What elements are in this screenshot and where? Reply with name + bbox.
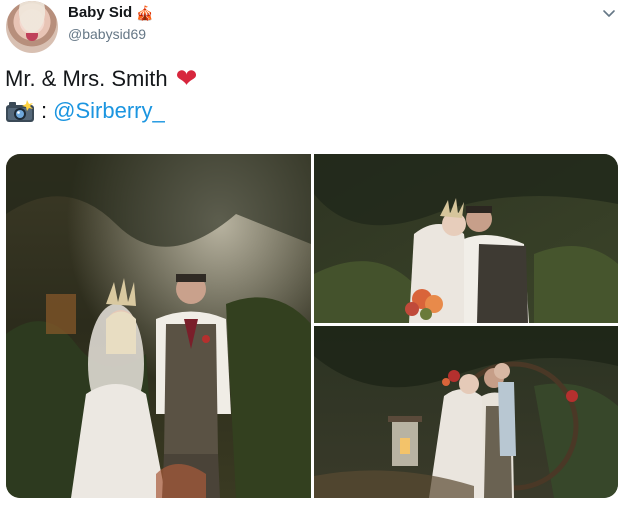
- tweet-text: Mr. & Mrs. Smith: [5, 66, 168, 91]
- colon-separator: :: [41, 98, 48, 123]
- wedding-photo-couple-arch[interactable]: [314, 326, 618, 498]
- wedding-photo-couple-kissing[interactable]: [314, 154, 618, 323]
- avatar-hair: [6, 1, 58, 53]
- author-name-row: Baby Sid 🎪: [68, 4, 154, 21]
- avatar[interactable]: [6, 1, 58, 53]
- mention-link[interactable]: @Sirberry_: [53, 98, 165, 124]
- tweet-card: Baby Sid 🎪 @babysid69 Mr. & Mrs. Smith ❤…: [0, 0, 634, 509]
- photo-grid: [6, 154, 618, 498]
- tweet-text-line-2: : @Sirberry_: [5, 98, 165, 124]
- chevron-down-icon[interactable]: [602, 6, 616, 20]
- circus-tent-icon: 🎪: [136, 4, 154, 21]
- user-handle[interactable]: @babysid69: [68, 26, 146, 42]
- display-name[interactable]: Baby Sid: [68, 4, 132, 21]
- heart-icon: ❤: [175, 63, 198, 93]
- tweet-text-line-1: Mr. & Mrs. Smith ❤: [5, 63, 198, 93]
- wedding-photo-couple-standing[interactable]: [6, 154, 311, 498]
- camera-flash-icon: [6, 100, 34, 122]
